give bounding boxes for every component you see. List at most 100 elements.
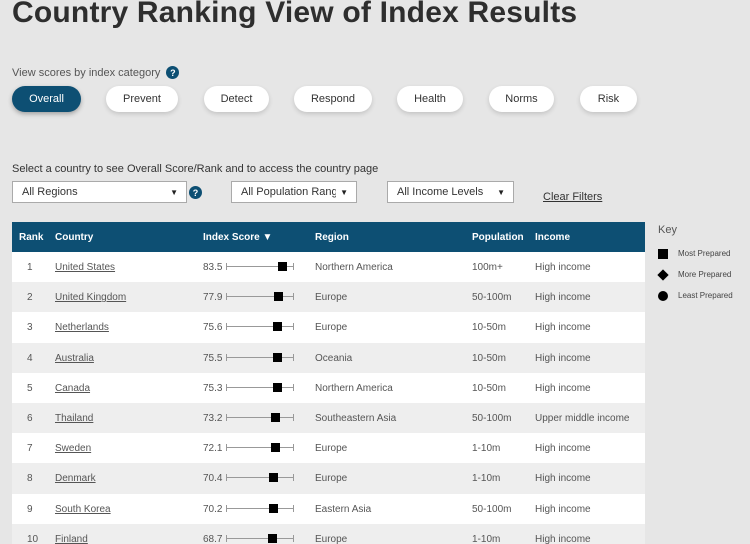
score-range-line (226, 444, 294, 452)
question-mark-icon[interactable]: ? (189, 186, 202, 199)
region-dropdown-value: All Regions (22, 186, 78, 198)
rank-cell: 4 (27, 352, 33, 364)
table-row: 7 Sweden 72.1 Europe 1-10m High income (12, 433, 645, 464)
income-cell: High income (535, 262, 591, 273)
score-range-line (226, 323, 294, 331)
tab-respond[interactable]: Respond (294, 86, 372, 112)
region-cell: Oceania (315, 352, 353, 364)
index-score-cell: 75.3 (203, 382, 223, 394)
score-marker-square (274, 292, 284, 302)
population-cell: 50-100m (472, 503, 512, 515)
table-row: 10 Finland 68.7 Europe 1-10m High income (12, 523, 645, 544)
caret-down-icon: ▼ (170, 187, 178, 197)
question-mark-icon[interactable]: ? (166, 66, 180, 79)
population-dropdown-value: All Population Ranges (241, 186, 336, 198)
population-cell: 1-10m (472, 473, 501, 485)
income-cell: High income (535, 443, 591, 455)
rank-cell: 6 (27, 412, 33, 424)
legend-key: Key Most Prepared More Prepared Least Pr… (657, 224, 733, 311)
country-link[interactable]: Denmark (55, 473, 96, 484)
population-cell: 100m+ (472, 262, 503, 273)
table-body: 1 United States 83.5 Northern America 100m+ H… (12, 252, 645, 544)
index-score-cell: 70.2 (203, 503, 223, 515)
population-cell: 10-50m (472, 322, 506, 334)
rank-cell: 8 (27, 473, 33, 485)
country-link[interactable]: Canada (55, 383, 90, 394)
table-row: 3 Netherlands 75.6 Europe 10-50m High income (12, 312, 645, 343)
country-link[interactable]: Thailand (55, 413, 93, 424)
table-row: 9 South Korea 70.2 Eastern Asia 50-100m High … (12, 493, 645, 524)
rank-cell: 10 (27, 533, 39, 544)
caret-down-icon: ▼ (340, 187, 348, 197)
index-score-cell: 70.4 (203, 473, 223, 485)
table-row: 5 Canada 75.3 Northern America 10-50m High in… (12, 372, 645, 403)
table-header: Rank Country Index Score ▼ Region Popula… (12, 222, 645, 252)
tab-detect[interactable]: Detect (204, 86, 269, 112)
income-cell: High income (535, 322, 591, 334)
region-cell: Eastern Asia (315, 503, 372, 515)
country-link[interactable]: Sweden (55, 443, 91, 454)
table-row: 8 Denmark 70.4 Europe 1-10m High income (12, 463, 645, 494)
category-filter-label: View scores by index category ? (12, 66, 180, 79)
region-cell: Europe (315, 322, 348, 334)
score-range-line (226, 353, 294, 361)
key-item-more-prepared: More Prepared (657, 268, 733, 281)
ranking-table: Rank Country Index Score ▼ Region Popula… (12, 222, 645, 544)
square-icon (658, 248, 668, 259)
header-rank[interactable]: Rank (19, 232, 43, 243)
table-row: 2 United Kingdom 77.9 Europe 50-100m High inc… (12, 282, 645, 313)
country-link[interactable]: Australia (55, 353, 94, 364)
index-score-cell: 72.1 (203, 443, 223, 455)
header-index-score[interactable]: Index Score ▼ (203, 232, 272, 243)
key-item-least-prepared: Least Prepared (658, 290, 733, 301)
page-title: Country Ranking View of Index Results (12, 0, 578, 29)
country-link[interactable]: South Korea (55, 504, 111, 515)
income-cell: High income (535, 352, 591, 364)
score-range-line (226, 504, 294, 512)
income-dropdown[interactable]: All Income Levels ▼ (387, 181, 514, 203)
region-dropdown[interactable]: All Regions ▼ (12, 181, 187, 203)
header-income[interactable]: Income (535, 232, 570, 243)
category-filter-label-text: View scores by index category (12, 66, 161, 79)
income-dropdown-value: All Income Levels (397, 186, 484, 198)
income-cell: High income (535, 473, 591, 485)
tab-risk[interactable]: Risk (580, 86, 637, 112)
header-region[interactable]: Region (315, 232, 349, 243)
score-range-line (226, 474, 294, 482)
rank-cell: 3 (27, 322, 33, 334)
population-dropdown[interactable]: All Population Ranges ▼ (231, 181, 357, 203)
score-marker-square (272, 322, 282, 332)
key-item-most-prepared: Most Prepared (658, 248, 733, 259)
region-cell: Northern America (315, 262, 393, 273)
tab-overall[interactable]: Overall (12, 86, 81, 112)
country-link[interactable]: Netherlands (55, 322, 109, 333)
population-cell: 1-10m (472, 533, 501, 544)
income-cell: High income (535, 503, 591, 515)
score-range-line (226, 534, 294, 542)
diamond-icon (657, 268, 669, 281)
score-marker-square (270, 443, 280, 453)
score-range-line (226, 383, 294, 391)
score-marker-square (272, 382, 282, 392)
clear-filters-link[interactable]: Clear Filters (543, 191, 602, 203)
tab-norms[interactable]: Norms (489, 86, 554, 112)
country-link[interactable]: United Kingdom (55, 292, 126, 303)
key-title: Key (658, 224, 677, 236)
country-link[interactable]: Finland (55, 534, 88, 544)
region-cell: Northern America (315, 382, 393, 394)
score-marker-square (268, 533, 278, 543)
rank-cell: 5 (27, 382, 33, 394)
score-marker-square (269, 473, 279, 483)
region-cell: Europe (315, 292, 348, 304)
country-link[interactable]: United States (55, 262, 115, 273)
population-cell: 10-50m (472, 382, 506, 394)
region-cell: Europe (315, 443, 348, 455)
region-cell: Europe (315, 473, 348, 485)
population-cell: 10-50m (472, 352, 506, 364)
tab-prevent[interactable]: Prevent (106, 86, 178, 112)
header-population[interactable]: Population (472, 232, 524, 243)
circle-icon (658, 290, 668, 301)
income-cell: High income (535, 382, 591, 394)
header-country[interactable]: Country (55, 232, 93, 243)
tab-health[interactable]: Health (397, 86, 463, 112)
